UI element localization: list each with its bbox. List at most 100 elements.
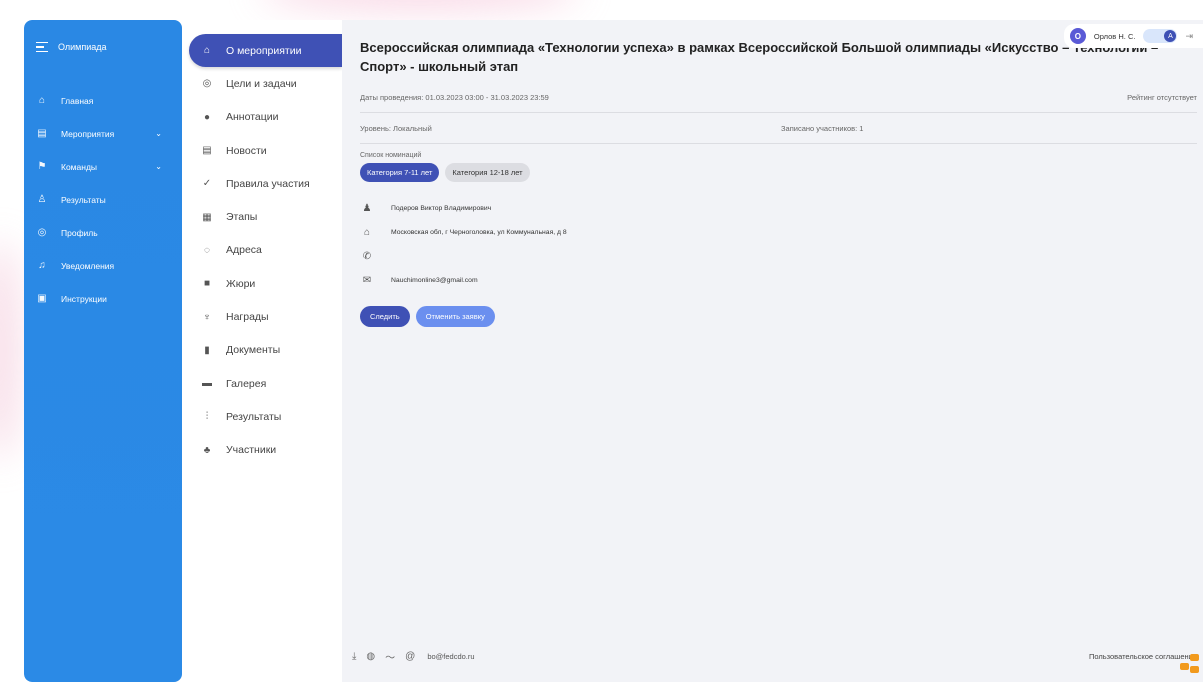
- profile-icon: ◎: [37, 227, 47, 238]
- subnav-item-label: Аннотации: [226, 111, 279, 124]
- home-icon: ⌂: [38, 95, 46, 106]
- info-icon: ●: [203, 111, 211, 123]
- sidebar-brand[interactable]: Олимпиада: [24, 38, 182, 56]
- event-title: Всероссийская олимпиада «Технологии успе…: [360, 40, 1159, 74]
- subnav-item-annotations[interactable]: ● Аннотации: [182, 101, 342, 134]
- book-icon: ▣: [37, 293, 47, 304]
- news-icon: ▤: [202, 145, 212, 157]
- accessibility-toggle[interactable]: A: [1143, 29, 1178, 43]
- subnav-item-awards[interactable]: ♆ Награды: [182, 300, 342, 333]
- subnav-item-label: Результаты: [226, 410, 282, 423]
- participants-icon: ♣: [203, 444, 211, 456]
- sidebar-item-home[interactable]: ⌂ Главная: [24, 84, 182, 117]
- sidebar-item-profile[interactable]: ◎ Профиль: [24, 216, 182, 249]
- bell-icon: ♫: [38, 260, 46, 271]
- signature-icon: ～: [385, 653, 396, 664]
- divider: [360, 112, 1197, 113]
- sidebar-item-label: Результаты: [61, 194, 106, 205]
- sidebar-item-label: Профиль: [61, 227, 98, 238]
- jury-icon: ■: [203, 278, 211, 290]
- chevron-down-icon: ⌄: [155, 129, 162, 138]
- divider: [360, 143, 1197, 144]
- download-icon[interactable]: ⤓: [352, 651, 356, 662]
- avatar[interactable]: О: [1069, 28, 1086, 44]
- sidebar-item-teams[interactable]: ⚑ Команды ⌄: [24, 150, 182, 183]
- toggle-knob: A: [1164, 30, 1177, 42]
- results-chart-icon: ⫶: [205, 411, 209, 423]
- app-window: Олимпиада ⌂ Главная ▤ Мероприятия ⌄ ⚑ Ко…: [24, 20, 1203, 682]
- subnav-item-label: О мероприятии: [226, 44, 302, 57]
- nominations-list: Категория 7-11 лет Категория 12-18 лет: [360, 163, 1203, 182]
- event-details: Всероссийская олимпиада «Технологии успе…: [342, 20, 1203, 682]
- subnav-item-jury[interactable]: ■ Жюри: [182, 267, 342, 300]
- cancel-application-button[interactable]: Отменить заявку: [415, 306, 495, 327]
- home-icon: ⌂: [203, 45, 211, 57]
- home-icon: ⌂: [363, 226, 371, 238]
- contact-person: Подеров Виктор Владимирович: [391, 204, 492, 212]
- subnav-item-label: Цели и задачи: [226, 77, 297, 90]
- decor-glow-top: [260, 0, 580, 10]
- trophy-icon: ♙: [37, 194, 47, 205]
- sidebar-item-instructions[interactable]: ▣ Инструкции: [24, 282, 182, 315]
- event-level: Уровень: Локальный: [360, 123, 432, 133]
- subnav-item-label: Жюри: [226, 277, 256, 290]
- sidebar-item-results[interactable]: ♙ Результаты: [24, 183, 182, 216]
- subnav-item-news[interactable]: ▤ Новости: [182, 134, 342, 167]
- subnav-item-results[interactable]: ⫶ Результаты: [182, 400, 342, 433]
- subnav-item-goals[interactable]: ◎ Цели и задачи: [182, 67, 342, 100]
- award-icon: ♆: [203, 311, 211, 323]
- sidebar-item-label: Главная: [61, 95, 94, 106]
- subnav-item-addresses[interactable]: ◌ Адреса: [182, 234, 342, 267]
- contact-email[interactable]: Nauchimonline3@gmail.com: [391, 277, 478, 284]
- subnav-item-documents[interactable]: ▮ Документы: [182, 334, 342, 367]
- subnav-item-label: Новости: [226, 144, 267, 157]
- decor-glow-left: [0, 240, 20, 460]
- phone-icon: ✆: [362, 250, 372, 262]
- menu-icon[interactable]: [36, 41, 48, 53]
- email-row: ✉ Nauchimonline3@gmail.com: [360, 268, 1203, 292]
- event-rating: Рейтинг отсутствует: [1127, 92, 1197, 102]
- document-icon: ▮: [204, 344, 210, 356]
- subnav-item-gallery[interactable]: ▬ Галерея: [182, 367, 342, 400]
- nomination-chip[interactable]: Категория 12-18 лет: [445, 163, 530, 182]
- contact-address: Московская обл, г Черноголовка, ул Комму…: [391, 228, 567, 236]
- nomination-chip[interactable]: Категория 7-11 лет: [360, 163, 440, 182]
- subnav-item-label: Правила участия: [226, 177, 310, 190]
- footer-email[interactable]: bo@fedcdo.ru: [427, 652, 474, 661]
- subnav-item-label: Участники: [226, 444, 277, 457]
- nominations-label: Список номинаций: [360, 152, 422, 159]
- calendar-icon: ▤: [37, 128, 47, 139]
- dates-row: Даты проведения: 01.03.2023 03:00 - 31.0…: [360, 90, 1203, 104]
- team-icon: ⚑: [37, 161, 47, 172]
- gallery-icon: ▬: [202, 378, 212, 390]
- sidebar-item-label: Мероприятия: [61, 128, 115, 139]
- subnav-item-rules[interactable]: ✓ Правила участия: [182, 167, 342, 200]
- sidebar-item-label: Команды: [61, 161, 98, 172]
- subnav-item-label: Галерея: [226, 377, 267, 390]
- contact-person-row: ♟ Подеров Виктор Владимирович: [360, 196, 1203, 220]
- subnav-item-about[interactable]: ⌂ О мероприятии: [189, 34, 342, 68]
- sidebar-item-events[interactable]: ▤ Мероприятия ⌄: [24, 117, 182, 150]
- globe-icon[interactable]: ◍: [366, 651, 375, 662]
- sidebar-item-label: Уведомления: [61, 260, 115, 271]
- subnav-item-stages[interactable]: ▦ Этапы: [182, 200, 342, 233]
- user-name[interactable]: Орлов Н. С.: [1094, 32, 1136, 41]
- decor-corner: [1179, 654, 1199, 674]
- participants-count: Записано участников: 1: [781, 123, 864, 133]
- chevron-down-icon: ⌄: [155, 162, 162, 171]
- target-icon: ◎: [202, 78, 212, 90]
- contacts: ♟ Подеров Виктор Владимирович ⌂ Московск…: [360, 196, 1203, 292]
- primary-sidebar: Олимпиада ⌂ Главная ▤ Мероприятия ⌄ ⚑ Ко…: [24, 20, 182, 682]
- logout-icon[interactable]: ⇥: [1185, 31, 1193, 42]
- person-icon: ♟: [362, 202, 372, 214]
- at-icon: @: [405, 651, 416, 662]
- user-bar: О Орлов Н. С. A ⇥: [1063, 24, 1203, 48]
- sidebar-item-label: Инструкции: [61, 293, 107, 304]
- follow-button[interactable]: Следить: [360, 306, 410, 327]
- subnav-item-participants[interactable]: ♣ Участники: [182, 434, 342, 467]
- subnav-item-label: Документы: [226, 344, 281, 357]
- address-row: ⌂ Московская обл, г Черноголовка, ул Ком…: [360, 220, 1203, 244]
- subnav-item-label: Этапы: [226, 211, 258, 224]
- check-icon: ✓: [202, 178, 212, 190]
- sidebar-item-notifications[interactable]: ♫ Уведомления: [24, 249, 182, 282]
